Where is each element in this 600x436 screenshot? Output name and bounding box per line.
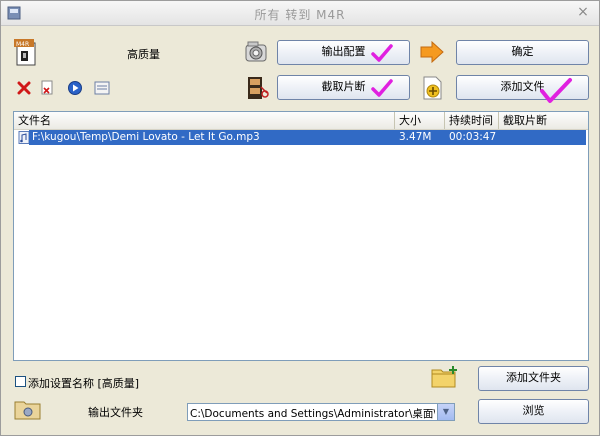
column-duration[interactable]: 持续时间 xyxy=(445,112,499,129)
ok-label: 确定 xyxy=(511,45,534,58)
play-icon[interactable] xyxy=(67,80,83,96)
column-filename[interactable]: 文件名 xyxy=(14,112,395,129)
add-file-label: 添加文件 xyxy=(500,80,545,93)
main-window: 所有 转到 M4R × M4R 高质量 输出配置 确定 截取片断 添加文件 文件… xyxy=(0,0,600,436)
m4r-format-icon: M4R xyxy=(14,39,36,66)
file-name-cell: F:\kugou\Temp\Demi Lovato - Let It Go.mp… xyxy=(32,131,260,143)
browse-button[interactable]: 浏览 xyxy=(478,399,589,424)
add-folder-icon xyxy=(431,366,457,388)
close-icon[interactable]: × xyxy=(575,4,591,20)
file-list-header: 文件名 大小 持续时间 截取片断 xyxy=(14,112,588,130)
settings-config-icon xyxy=(245,41,267,62)
clip-label: 截取片断 xyxy=(321,80,366,93)
add-folder-button[interactable]: 添加文件夹 xyxy=(478,366,589,391)
film-clip-icon xyxy=(248,77,269,99)
add-setting-checkbox[interactable] xyxy=(15,376,26,387)
clear-list-icon[interactable] xyxy=(39,80,55,96)
add-setting-label: 添加设置名称 [高质量] xyxy=(28,377,140,390)
output-folder-icon xyxy=(14,401,41,420)
column-clip[interactable]: 截取片断 xyxy=(499,112,588,129)
title-bar: 所有 转到 M4R × xyxy=(1,1,599,26)
output-folder-label: 输出文件夹 xyxy=(88,406,143,419)
svg-text:M4R: M4R xyxy=(16,41,29,48)
file-size-cell: 3.47M xyxy=(399,131,432,143)
column-size[interactable]: 大小 xyxy=(395,112,445,129)
check-mark-icon xyxy=(540,78,572,103)
check-mark-icon xyxy=(371,44,393,62)
ok-button[interactable]: 确定 xyxy=(456,40,589,65)
browse-label: 浏览 xyxy=(522,404,545,417)
output-config-label: 输出配置 xyxy=(321,45,366,58)
chevron-down-icon[interactable]: ▼ xyxy=(437,404,454,420)
arrow-right-icon xyxy=(420,41,444,63)
file-list[interactable]: 文件名 大小 持续时间 截取片断 F:\kugou\Temp\Demi Lova… xyxy=(13,111,589,361)
file-duration-cell: 00:03:47 xyxy=(449,131,497,143)
output-path-value: C:\Documents and Settings\Administrator\… xyxy=(190,408,435,420)
add-file-icon xyxy=(423,76,442,100)
properties-icon[interactable] xyxy=(94,81,110,95)
table-row[interactable]: F:\kugou\Temp\Demi Lovato - Let It Go.mp… xyxy=(14,130,588,145)
output-path-select[interactable]: C:\Documents and Settings\Administrator\… xyxy=(187,403,455,421)
quality-label: 高质量 xyxy=(127,48,160,61)
window-title: 所有 转到 M4R xyxy=(254,8,346,22)
delete-icon[interactable] xyxy=(17,81,31,95)
check-mark-icon xyxy=(371,79,393,97)
add-folder-label: 添加文件夹 xyxy=(506,371,561,384)
